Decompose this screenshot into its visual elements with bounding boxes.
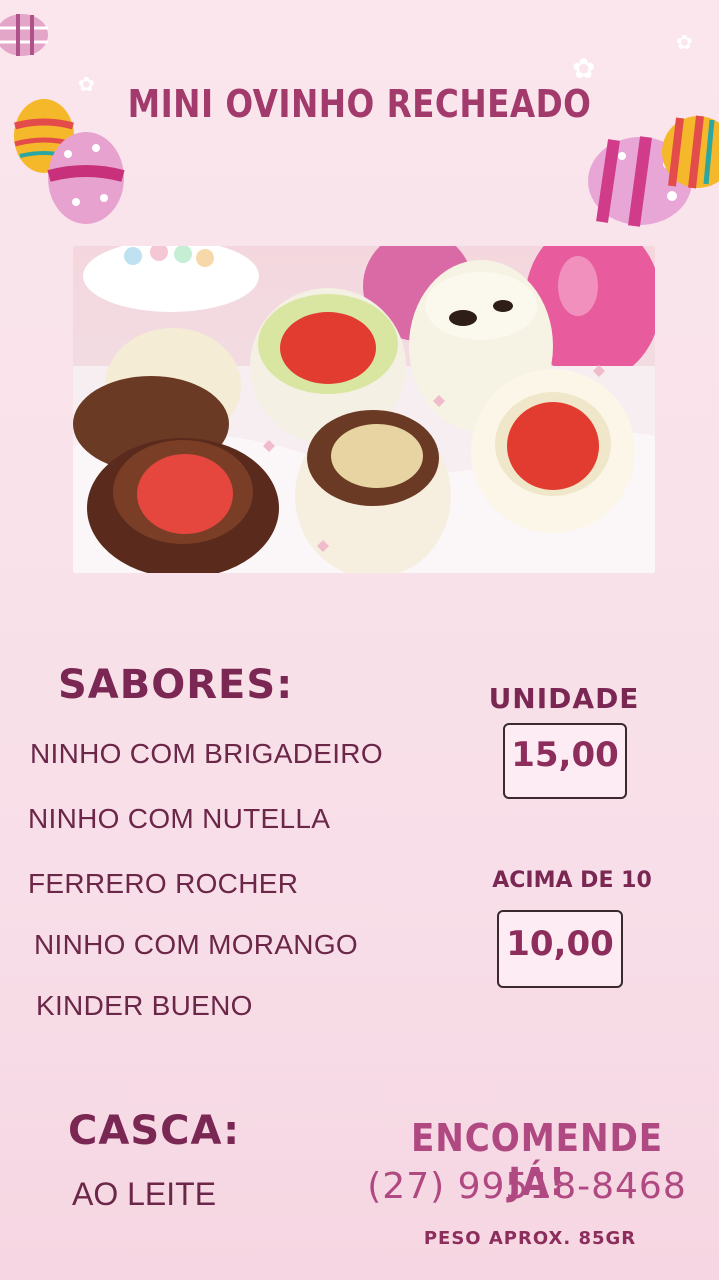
unit-price-box: 15,00: [503, 723, 627, 799]
daisy-icon: ✿: [572, 52, 596, 85]
easter-egg-icon: [47, 132, 125, 224]
page-title: MINI OVINHO RECHEADO: [127, 82, 592, 126]
easter-egg-icon: [0, 14, 48, 56]
unit-price-label: UNIDADE: [488, 682, 640, 715]
unit-price-value: 15,00: [511, 735, 619, 775]
bulk-price-label: ACIMA DE 10: [492, 868, 652, 893]
flavor-item: NINHO COM MORANGO: [34, 929, 358, 960]
daisy-icon: ✿: [676, 30, 693, 54]
bulk-price-box: 10,00: [497, 910, 623, 988]
flavor-item: KINDER BUENO: [36, 990, 253, 1021]
product-photo: [73, 246, 655, 573]
flavor-item: NINHO COM NUTELLA: [28, 803, 331, 834]
bulk-price-value: 10,00: [506, 924, 614, 964]
shell-heading: CASCA:: [68, 1108, 241, 1154]
weight-note: PESO APROX. 85GR: [423, 1228, 637, 1249]
flavors-heading: SABORES:: [58, 662, 294, 708]
flavor-item: FERRERO ROCHER: [28, 868, 299, 899]
phone-number[interactable]: (27) 99518-8468: [362, 1166, 692, 1207]
shell-value: AO LEITE: [72, 1176, 217, 1212]
flavor-item: NINHO COM BRIGADEIRO: [30, 738, 383, 769]
